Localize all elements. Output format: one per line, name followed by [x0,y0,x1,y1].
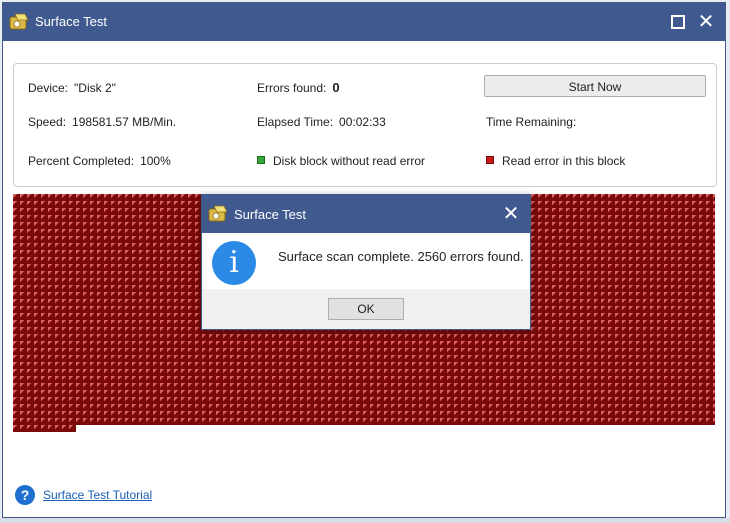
maximize-icon [671,15,685,29]
remaining-field: Time Remaining: [486,115,582,129]
green-block-icon [257,155,265,164]
error-block-grid-tail [13,425,76,432]
surface-test-tutorial-link[interactable]: Surface Test Tutorial [43,488,152,502]
elapsed-value: 00:02:33 [339,115,386,129]
legend-ok-label: Disk block without read error [273,154,426,168]
legend-error-label: Read error in this block [502,154,626,168]
close-icon: ✕ [502,203,520,225]
red-block-icon [486,155,494,164]
elapsed-field: Elapsed Time: 00:02:33 [257,115,386,129]
percent-value: 100% [140,154,171,168]
speed-value: 198581.57 MB/Min. [72,115,177,129]
device-field: Device: "Disk 2" [28,81,116,95]
errors-label: Errors found: [257,81,327,95]
speed-field: Speed: 198581.57 MB/Min. [28,115,176,129]
info-icon: i [212,241,256,285]
scan-info-panel: Device: "Disk 2" Errors found: 0 Start Now… [13,63,717,187]
close-icon: ✕ [697,11,715,33]
errors-field: Errors found: 0 [257,80,340,95]
close-button[interactable]: ✕ [695,11,717,33]
app-icon [9,13,29,30]
surface-test-window: Surface Test ✕ Device: "Disk 2" Errors fo… [2,2,726,518]
help-icon[interactable]: ? [15,485,35,505]
device-label: Device: [28,81,69,95]
title-bar[interactable]: Surface Test ✕ [3,3,725,41]
dialog-title: Surface Test [234,207,307,222]
background-window-strip [0,518,730,523]
dialog-body: i Surface scan complete. 2560 errors fou… [202,233,530,289]
start-now-button[interactable]: Start Now [484,75,706,97]
ok-button[interactable]: OK [328,298,404,320]
dialog-message: Surface scan complete. 2560 errors found… [278,249,524,264]
dialog-title-bar[interactable]: Surface Test ✕ [202,195,530,233]
percent-field: Percent Completed: 100% [28,154,171,168]
legend-error: Read error in this block [486,154,625,168]
elapsed-label: Elapsed Time: [257,115,334,129]
window-title: Surface Test [35,14,108,29]
remaining-label: Time Remaining: [486,115,577,129]
dialog-app-icon [208,205,228,222]
dialog-close-button[interactable]: ✕ [500,203,522,225]
speed-label: Speed: [28,115,67,129]
device-value: "Disk 2" [74,81,116,95]
errors-value: 0 [332,80,340,95]
maximize-button[interactable] [667,11,689,33]
scan-complete-dialog: Surface Test ✕ i Surface scan complete. … [201,194,531,330]
legend-ok: Disk block without read error [257,154,425,168]
percent-label: Percent Completed: [28,154,135,168]
